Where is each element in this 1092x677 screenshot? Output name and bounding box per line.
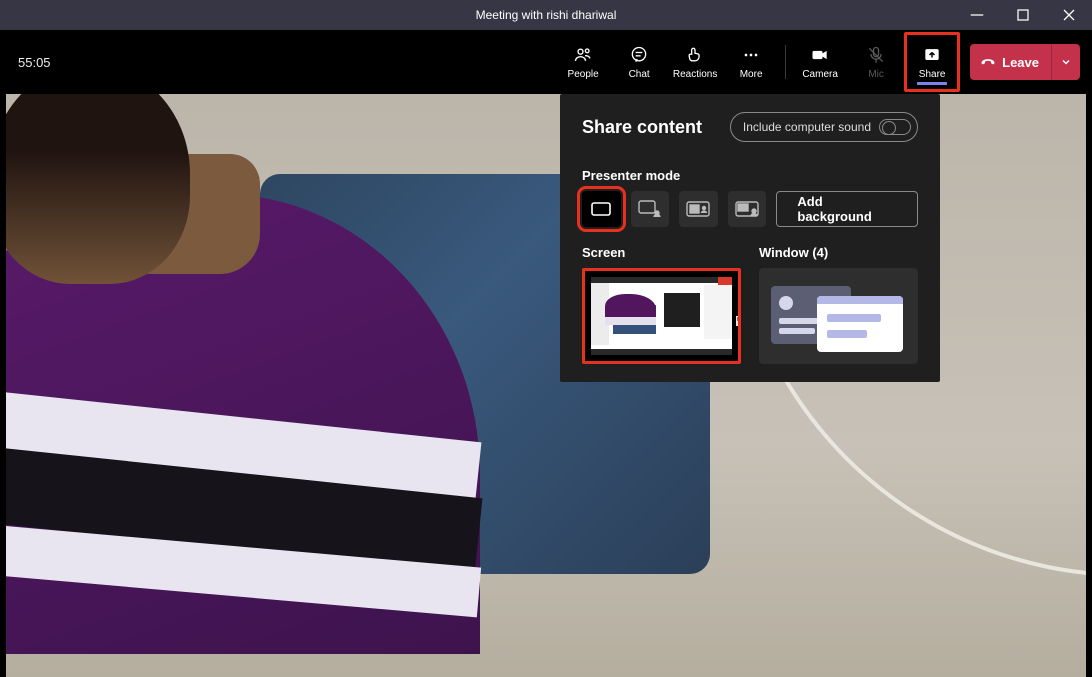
presenter-mode-label: Presenter mode [582, 168, 918, 183]
window-controls [954, 0, 1092, 30]
chevron-down-icon [1060, 56, 1072, 68]
reactions-button[interactable]: Reactions [667, 34, 723, 90]
toggle-pill-icon [879, 119, 911, 135]
screen-section-label: Screen [582, 245, 741, 260]
leave-button[interactable]: Leave [970, 44, 1052, 80]
presenter-mode-reporter[interactable] [728, 191, 767, 227]
include-sound-toggle[interactable]: Include computer sound [730, 112, 918, 142]
minimize-button[interactable] [954, 0, 1000, 30]
toolbar-divider [785, 45, 786, 79]
screen-thumbnail[interactable]: PREP [582, 268, 741, 364]
more-button[interactable]: More [723, 34, 779, 90]
meeting-toolbar: 55:05 People Chat Reactions More Camera … [0, 30, 1092, 94]
meeting-timer: 55:05 [18, 55, 51, 70]
window-thumbnail[interactable] [759, 268, 918, 364]
people-button[interactable]: People [555, 34, 611, 90]
window-preview-front [817, 296, 903, 352]
leave-dropdown[interactable] [1052, 44, 1080, 80]
titlebar: Meeting with rishi dhariwal [0, 0, 1092, 30]
hangup-icon [980, 54, 996, 70]
add-background-button[interactable]: Add background [776, 191, 918, 227]
maximize-button[interactable] [1000, 0, 1046, 30]
mic-button[interactable]: Mic [848, 34, 904, 90]
chat-button[interactable]: Chat [611, 34, 667, 90]
reporter-icon [735, 200, 759, 218]
side-by-side-icon [686, 200, 710, 218]
camera-button[interactable]: Camera [792, 34, 848, 90]
presenter-mode-side-by-side[interactable] [679, 191, 718, 227]
screen-preview: PREP [591, 277, 732, 355]
window-title: Meeting with rishi dhariwal [476, 8, 617, 22]
window-section-label: Window (4) [759, 245, 918, 260]
close-button[interactable] [1046, 0, 1092, 30]
presenter-mode-content-only[interactable] [582, 191, 621, 227]
leave-button-group: Leave [970, 44, 1080, 80]
share-button[interactable]: Share [904, 32, 960, 92]
screen-only-icon [590, 201, 612, 217]
standout-icon [638, 200, 662, 218]
share-panel-title: Share content [582, 117, 702, 138]
presenter-mode-standout[interactable] [631, 191, 670, 227]
share-content-panel: Share content Include computer sound Pre… [560, 94, 940, 382]
